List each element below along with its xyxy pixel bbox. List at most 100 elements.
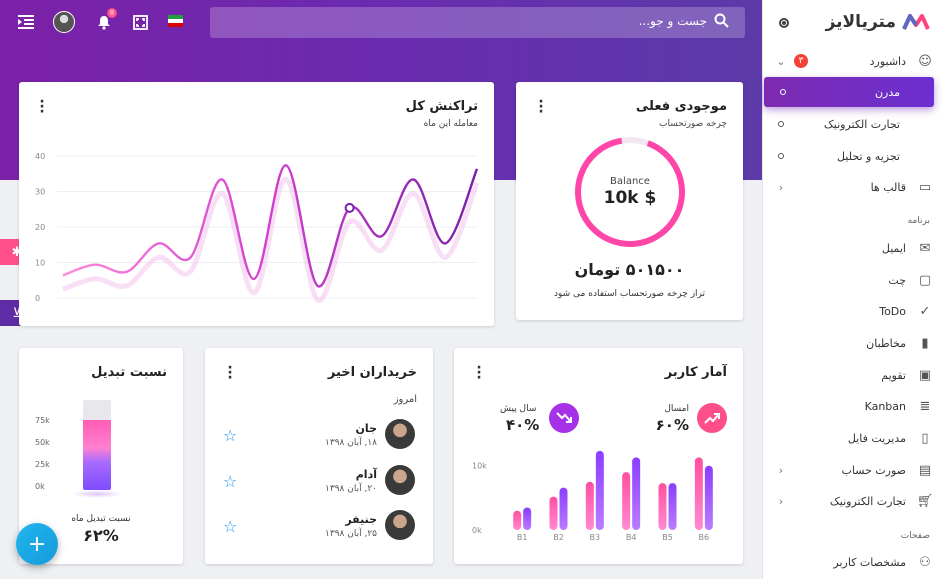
circle-icon — [778, 153, 784, 159]
cart-icon: 🛒︎ — [916, 493, 934, 509]
buyer-date: ۱۸, آبان ۱۳۹۸ — [325, 438, 377, 448]
search-bar[interactable]: جست و جو... — [210, 7, 745, 38]
bar-glow — [71, 490, 123, 498]
sidebar-item-label: Kanban — [864, 399, 906, 413]
list-item[interactable]: آدام ۲۰, آبان ۱۳۹۸ ☆ — [205, 458, 433, 504]
sidebar-item-chat[interactable]: ▢ چت — [762, 265, 946, 295]
sidebar-item-invoice[interactable]: ▤ صورت حساب ‹ — [762, 455, 946, 485]
balance-amount: ۵۰۱۵۰۰ تومان — [574, 260, 685, 279]
sidebar-item-label: مدرن — [874, 85, 900, 99]
sidebar-item-label: مدیریت فایل — [847, 431, 906, 445]
y-tick: 50k — [35, 438, 50, 447]
conversion-caption: نسبت تبدیل ماه — [71, 514, 131, 524]
sidebar-item-label: تجارت الکترونیک — [829, 494, 906, 508]
user-avatar[interactable] — [53, 11, 75, 33]
search-input[interactable]: جست و جو... — [639, 14, 707, 28]
more-vert-icon[interactable]: · · · — [225, 361, 235, 385]
bar-this-year — [513, 510, 522, 530]
y-tick-label: 40 — [35, 152, 45, 161]
star-icon[interactable]: ☆ — [223, 426, 237, 445]
list-item[interactable]: جان ۱۸, آبان ۱۳۹۸ ☆ — [205, 412, 433, 458]
y-tick-label: 10k — [472, 462, 487, 471]
sidebar-item-label: صورت حساب — [841, 463, 906, 477]
sidebar-item-contacts[interactable]: ▮ مخاطبان — [762, 328, 946, 358]
chart-point-marker — [344, 202, 355, 213]
sidebar-item-dashboard[interactable]: ☺ داشبورد ۳ ⌄ — [762, 46, 946, 76]
buyer-name: جنیفر — [345, 513, 377, 526]
avatar — [385, 419, 415, 449]
card-title: خریداران اخیر — [327, 365, 417, 380]
search-icon[interactable] — [714, 13, 729, 32]
logo[interactable]: متریالایز — [826, 12, 930, 32]
fullscreen-icon[interactable] — [130, 12, 150, 32]
sidebar-item-calendar[interactable]: ▣ تقویم — [762, 360, 946, 390]
y-tick-label: 30 — [35, 188, 45, 197]
sidebar-subitem-ecommerce[interactable]: تجارت الکترونیک — [762, 109, 946, 139]
sidebar-item-label: داشبورد — [869, 54, 906, 68]
calendar-icon: ▣ — [918, 367, 932, 383]
conversion-bar-fill — [83, 420, 111, 490]
conversion-y-axis: 75k 50k 25k 0k — [35, 410, 50, 498]
y-tick: 0k — [35, 482, 45, 491]
y-tick: 25k — [35, 460, 50, 469]
sidebar-item-file-manager[interactable]: ▯ مدیریت فایل — [762, 423, 946, 453]
buyer-date: ۲۰, آبان ۱۳۹۸ — [325, 484, 377, 494]
receipt-icon: ▤ — [918, 462, 932, 478]
monitor-icon: ▭ — [918, 179, 932, 195]
sidebar-item-kanban[interactable]: ≣ Kanban — [762, 391, 946, 421]
x-tick-label: B1 — [517, 533, 528, 542]
buyer-date: ۲۵, آبان ۱۳۹۸ — [325, 529, 377, 539]
x-tick-label: B4 — [626, 533, 637, 542]
bar-last-year — [668, 483, 677, 530]
more-vert-icon[interactable]: · · · — [536, 95, 546, 119]
notification-badge: 8 — [107, 8, 117, 18]
language-flag-icon[interactable] — [168, 15, 183, 27]
menu-toggle-icon[interactable] — [16, 12, 36, 32]
sidebar: متریالایز ☺ داشبورد ۳ ⌄ مدرن تجارت الکتر… — [762, 0, 946, 579]
bar-last-year — [595, 450, 604, 530]
bar-this-year — [585, 481, 594, 530]
chevron-left-icon: ‹ — [778, 494, 784, 508]
sidebar-subitem-analytics[interactable]: تجزیه و تحلیل — [762, 141, 946, 171]
sidebar-item-label: تجزیه و تحلیل — [837, 149, 900, 163]
x-tick-label: B3 — [590, 533, 601, 542]
sidebar-subitem-modern[interactable]: مدرن — [764, 77, 934, 107]
bar-this-year — [549, 496, 558, 530]
conversion-bar-track — [83, 400, 111, 490]
chevron-left-icon: ‹ — [778, 463, 784, 477]
x-tick-label: B6 — [699, 533, 710, 542]
add-button[interactable]: + — [16, 523, 58, 565]
clipboard-icon: ▯ — [921, 430, 929, 446]
star-icon[interactable]: ☆ — [223, 472, 237, 491]
list-item[interactable]: جنیفر ۲۵, آبان ۱۳۹۸ ☆ — [205, 503, 433, 549]
star-icon[interactable]: ☆ — [223, 517, 237, 536]
top-navbar: 8 جست و جو... — [0, 0, 762, 44]
sidebar-item-label: چت — [888, 273, 906, 287]
y-tick: 75k — [35, 416, 50, 425]
bar-this-year — [694, 457, 703, 530]
y-tick-label: 0 — [35, 294, 40, 303]
sidebar-collapse-toggle[interactable] — [779, 18, 789, 28]
sidebar-item-ecommerce-app[interactable]: 🛒︎ تجارت الکترونیک ‹ — [762, 486, 946, 516]
recent-buyers-card: خریداران اخیر · · · امروز جان ۱۸, آبان ۱۳۹… — [205, 348, 433, 564]
transactions-card: تراکنش کل معامله این ماه · · · 40 30 20 10 0 — [19, 82, 494, 326]
bar-last-year — [559, 487, 568, 530]
sidebar-item-label: تجارت الکترونیک — [823, 117, 900, 131]
sidebar-item-email[interactable]: ✉ ایمیل — [762, 233, 946, 263]
sidebar-item-templates[interactable]: ▭ قالب ها ‹ — [762, 172, 946, 202]
x-tick-label: B5 — [662, 533, 673, 542]
sidebar-item-todo[interactable]: ✓ ToDo — [762, 296, 946, 326]
card-title: نسبت تبدیل — [91, 365, 167, 380]
chat-icon: ▢ — [918, 272, 932, 288]
bar-last-year — [632, 457, 641, 530]
palette-icon: ☺ — [918, 53, 932, 69]
y-tick-label: 10 — [35, 259, 45, 268]
card-title: موجودی فعلی — [635, 99, 727, 114]
contacts-icon: ▮ — [921, 335, 929, 351]
buyer-name: آدام — [355, 468, 377, 481]
bar-this-year — [658, 483, 667, 530]
sidebar-item-user-profile[interactable]: ⚇ مشخصات کاربر — [762, 547, 946, 577]
bar-this-year — [622, 472, 631, 530]
logo-mark-icon — [902, 14, 930, 30]
sidebar-item-label: مخاطبان — [866, 336, 906, 350]
